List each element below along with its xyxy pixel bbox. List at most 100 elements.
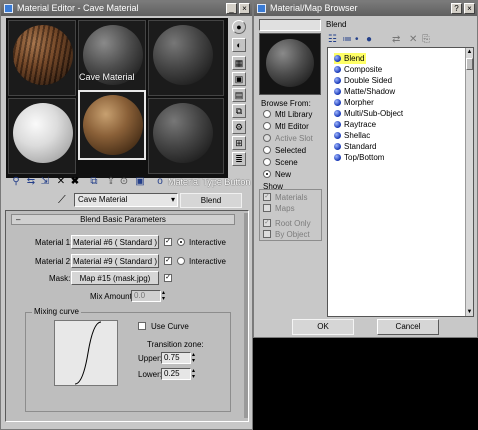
material-editor-app-icon bbox=[4, 4, 13, 13]
show-map-icon[interactable]: ▣ bbox=[134, 176, 146, 188]
cancel-button[interactable]: Cancel bbox=[377, 319, 439, 335]
material-navigator-button[interactable]: ≣ bbox=[232, 152, 246, 166]
use-curve-checkbox[interactable] bbox=[138, 322, 146, 330]
show-materials-label: Materials bbox=[275, 193, 308, 202]
map-browser-title-bar[interactable]: Material/Map Browser ? × bbox=[254, 1, 477, 16]
sample-slot-4[interactable] bbox=[8, 98, 76, 174]
upper-field[interactable]: 0.75 bbox=[161, 352, 191, 364]
material-type-button[interactable]: Blend bbox=[180, 193, 242, 208]
background-button[interactable]: ▦ bbox=[232, 56, 246, 70]
make-preview-button[interactable]: ⧉ bbox=[232, 104, 246, 118]
mask-map-button[interactable]: Map #15 (mask.jpg) bbox=[71, 271, 159, 285]
browse-mtl-editor-radio[interactable] bbox=[263, 122, 271, 130]
list-item-standard[interactable]: Standard bbox=[334, 141, 376, 152]
list-item-morpher[interactable]: Morpher bbox=[334, 97, 374, 108]
close-button[interactable]: × bbox=[239, 3, 250, 14]
pick-material-icon[interactable]: ⟋ bbox=[58, 194, 66, 207]
material2-interactive-radio[interactable] bbox=[177, 257, 185, 265]
put-to-scene-icon[interactable]: ⇆ bbox=[25, 176, 37, 188]
assign-to-selection-icon[interactable]: ⇲ bbox=[39, 176, 51, 188]
material-ball-icon bbox=[334, 77, 341, 84]
mixing-curve-line bbox=[74, 321, 102, 385]
browse-selected-radio[interactable] bbox=[263, 146, 271, 154]
search-input[interactable] bbox=[259, 19, 321, 31]
delete-icon[interactable]: ✖ bbox=[69, 176, 81, 188]
video-color-check-button[interactable]: ▤ bbox=[232, 88, 246, 102]
sample-type-button[interactable]: ● bbox=[232, 20, 246, 34]
material-sphere bbox=[13, 103, 73, 163]
view-small-icons-icon[interactable]: • bbox=[355, 34, 359, 45]
browse-active-slot-radio bbox=[263, 134, 271, 142]
sample-slot-6[interactable] bbox=[148, 98, 224, 174]
mix-amount-spinner[interactable]: ▴ ▾ bbox=[162, 290, 165, 302]
list-item-blend[interactable]: Blend bbox=[334, 53, 367, 64]
uv-tiling-button[interactable]: ▣ bbox=[232, 72, 246, 86]
list-item-label: Morpher bbox=[344, 98, 374, 107]
rollout-scrollbar[interactable] bbox=[244, 213, 248, 418]
list-item-composite[interactable]: Composite bbox=[334, 64, 382, 75]
update-scene-materials-icon[interactable]: ⇄ bbox=[392, 34, 400, 45]
show-by-object-label: By Object bbox=[275, 230, 310, 239]
material-name-field[interactable]: Cave Material ▾ bbox=[74, 193, 178, 207]
material-list[interactable]: Blend Composite Double Sided Matte/Shado… bbox=[327, 47, 474, 317]
list-item-double-sided[interactable]: Double Sided bbox=[334, 75, 392, 86]
preview-sphere bbox=[266, 39, 314, 87]
view-list-icon[interactable]: ☷ bbox=[328, 34, 337, 45]
backlight-button[interactable]: ◐ bbox=[232, 38, 246, 52]
minimize-button[interactable]: _ bbox=[226, 3, 237, 14]
material1-button[interactable]: Material #6 ( Standard ) bbox=[71, 235, 159, 249]
upper-spinner[interactable]: ▴ ▾ bbox=[192, 352, 195, 364]
scroll-down-icon[interactable]: ▼ bbox=[466, 308, 473, 316]
sample-slot-2[interactable] bbox=[78, 20, 146, 96]
browse-new-radio[interactable] bbox=[263, 170, 271, 178]
reset-map-icon[interactable]: ✕ bbox=[55, 176, 67, 188]
select-by-material-button[interactable]: ⊞ bbox=[232, 136, 246, 150]
sample-slot-3[interactable] bbox=[148, 20, 224, 96]
browse-active-slot-label: Active Slot bbox=[275, 134, 313, 143]
lower-spinner[interactable]: ▴ ▾ bbox=[192, 368, 195, 380]
material2-enable-checkbox[interactable]: ✓ bbox=[164, 257, 172, 265]
show-end-result-icon[interactable]: o bbox=[154, 176, 166, 188]
sample-slot-5-active[interactable] bbox=[78, 90, 146, 160]
put-to-library-icon[interactable]: ⇪ bbox=[105, 176, 117, 188]
material-sphere bbox=[83, 95, 143, 155]
browse-mtl-library-radio[interactable] bbox=[263, 110, 271, 118]
help-button[interactable]: ? bbox=[451, 3, 462, 14]
clear-library-icon[interactable]: ⎘ bbox=[422, 34, 430, 45]
scroll-thumb[interactable] bbox=[466, 58, 473, 70]
material1-enable-checkbox[interactable]: ✓ bbox=[164, 238, 172, 246]
get-material-icon[interactable]: ⚲ bbox=[10, 176, 22, 188]
rollout-title: Blend Basic Parameters bbox=[80, 215, 166, 224]
view-list-icons-icon[interactable]: ≔ bbox=[342, 34, 352, 45]
rollout-header[interactable]: – Blend Basic Parameters bbox=[11, 214, 235, 225]
material-ball-icon bbox=[334, 121, 341, 128]
sample-slot-1[interactable] bbox=[8, 20, 76, 96]
mixing-curve-title: Mixing curve bbox=[32, 307, 81, 316]
list-item-multi-sub-object[interactable]: Multi/Sub-Object bbox=[334, 108, 403, 119]
close-button[interactable]: × bbox=[464, 3, 475, 14]
make-unique-icon[interactable]: ⧉ bbox=[88, 176, 100, 188]
list-item-label: Composite bbox=[344, 65, 383, 74]
list-scrollbar[interactable]: ▲ ▼ bbox=[465, 48, 473, 316]
options-button[interactable]: ⚙ bbox=[232, 120, 246, 134]
delete-from-library-icon[interactable]: ✕ bbox=[409, 34, 417, 45]
rollout-collapse-toggle[interactable]: – bbox=[16, 215, 20, 224]
mix-amount-field[interactable]: 0.0 bbox=[131, 290, 161, 302]
mask-enable-checkbox[interactable]: ✓ bbox=[164, 274, 172, 282]
browse-scene-radio[interactable] bbox=[263, 158, 271, 166]
list-item-shellac[interactable]: Shellac bbox=[334, 130, 370, 141]
material-effects-channel-icon[interactable]: ⊙ bbox=[118, 176, 130, 188]
material2-button[interactable]: Material #9 ( Standard ) bbox=[71, 254, 159, 268]
material-editor-title-bar[interactable]: Material Editor - Cave Material _ × bbox=[1, 1, 252, 16]
view-large-icons-icon[interactable]: ● bbox=[366, 34, 372, 45]
lower-field[interactable]: 0.25 bbox=[161, 368, 191, 380]
chevron-down-icon[interactable]: ▾ bbox=[171, 194, 175, 206]
list-item-matte-shadow[interactable]: Matte/Shadow bbox=[334, 86, 395, 97]
material-type-annotation: Material Type Button bbox=[168, 177, 251, 187]
list-item-top-bottom[interactable]: Top/Bottom bbox=[334, 152, 384, 163]
material1-interactive-radio[interactable] bbox=[177, 238, 185, 246]
scroll-up-icon[interactable]: ▲ bbox=[466, 48, 473, 56]
list-item-raytrace[interactable]: Raytrace bbox=[334, 119, 376, 130]
slot-annotation-label: Cave Material bbox=[79, 72, 135, 82]
ok-button[interactable]: OK bbox=[292, 319, 354, 335]
